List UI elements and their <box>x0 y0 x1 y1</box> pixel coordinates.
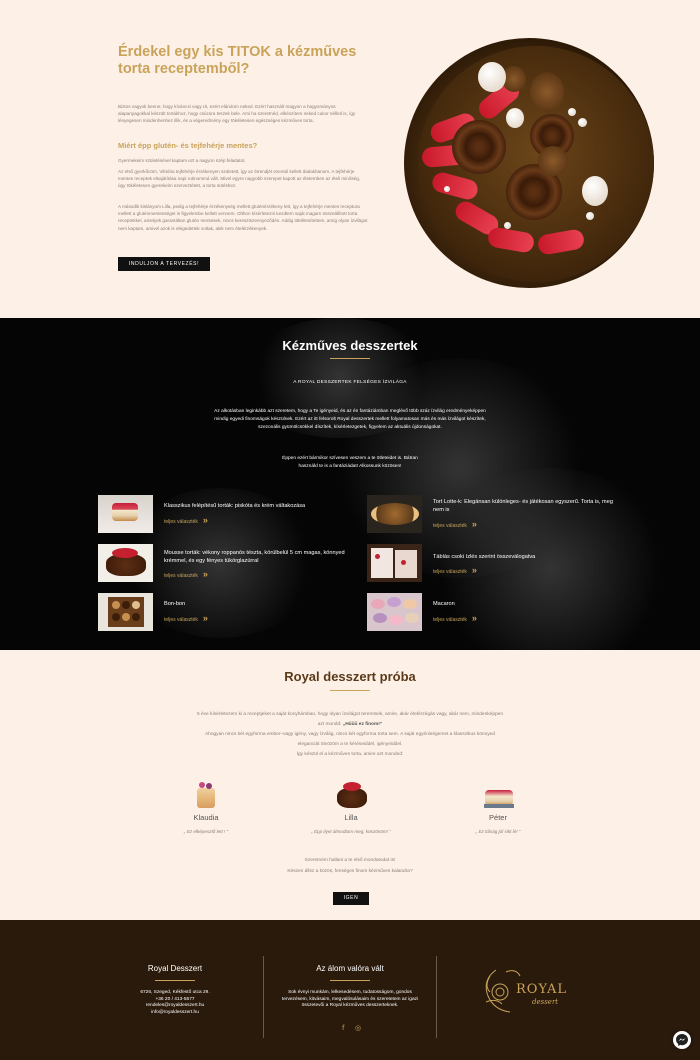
footer-slogan-block: Az álom valóra vált Sok évnyi munkám, le… <box>276 964 424 1010</box>
messenger-icon <box>676 1034 688 1046</box>
testimonial-name: Klaudia <box>193 813 219 822</box>
hero-paragraph-4: A második kislányom Lilla, pedig a tejfe… <box>118 204 368 231</box>
cake-image <box>418 46 654 282</box>
dessert-item-label: Bon-bon <box>164 601 186 607</box>
mousse-cake-thumb <box>98 544 153 582</box>
desserts-title: Kézműves desszertek <box>282 338 418 353</box>
tort-lotte-thumb <box>367 495 422 533</box>
dessert-item-label: Macaron <box>433 601 455 607</box>
tasting-title: Royal desszert próba <box>284 669 416 684</box>
dessert-item-mousse[interactable]: Mousse torták: vékony roppanós tészta, k… <box>98 544 358 584</box>
footer-slogan: Sok évnyi munkám, lelkesedésem, tudatoss… <box>281 990 419 1008</box>
full-selection-link[interactable]: teljes választék» <box>164 569 208 579</box>
hero-title: Érdekel egy kis TITOK a kézműves torta r… <box>118 44 357 77</box>
dessert-item-classic[interactable]: Klasszikus felépítésű torták: piskóta és… <box>98 495 358 535</box>
dessert-item-tort-lotte[interactable]: Tort Lotte-k: Elegánsan különleges- és j… <box>367 495 627 535</box>
tasting-text-3: Így készül el a kézműves torta, amire az… <box>296 752 404 757</box>
testimonial-quote: „ Ez túlság jól sikt lé! ” <box>475 829 521 834</box>
hero-section: Érdekel egy kis TITOK a kézműves torta r… <box>0 0 700 318</box>
start-planning-button[interactable]: INDULJON A TERVEZÉS! <box>118 257 210 271</box>
testimonial-quote: „ Ez elképesztő lett ! ” <box>183 829 229 834</box>
tasting-section: Royal desszert próba 5 éve kísérletezem … <box>0 650 700 920</box>
footer-email-info[interactable]: info@royaldesszert.hu <box>100 1010 250 1017</box>
lilla-cake-icon <box>337 780 367 808</box>
messenger-chat-button[interactable] <box>673 1031 691 1049</box>
full-selection-link[interactable]: teljes választék» <box>433 613 477 623</box>
footer-title: Royal Desszert <box>147 964 203 973</box>
double-chevron-icon: » <box>471 565 477 575</box>
desserts-caps: A ROYAL DESSZERTEK FELSÉGES ÍZVILÁGA <box>293 380 407 385</box>
title-divider <box>330 358 370 359</box>
desserts-text-2: Éppen ezért bármikor szívesen veszem a t… <box>282 456 418 469</box>
dessert-item-label: Klasszikus felépítésű torták: piskóta és… <box>164 503 306 509</box>
desserts-text-1: Az alkotásban leginkább azt szeretem, ho… <box>214 409 486 430</box>
bonbon-thumb <box>98 593 153 631</box>
double-chevron-icon: » <box>471 613 477 623</box>
hero-paragraph-1: Biztos vagyok benne, hogy kíváncsi vagy … <box>118 104 356 124</box>
footer-divider-vertical <box>263 956 264 1038</box>
full-selection-link[interactable]: teljes választék» <box>433 519 477 529</box>
dessert-item-bonbon[interactable]: Bon-bon teljes választék» <box>98 593 358 633</box>
full-selection-link[interactable]: teljes választék» <box>433 565 477 575</box>
footer: Royal Desszert 6726, Szeged, Kékfestő ut… <box>0 920 700 1060</box>
title-divider <box>330 690 370 691</box>
double-chevron-icon: » <box>202 515 208 525</box>
testimonial-quote: „ Épp ilyet álmodtam meg, köszönöm! ” <box>311 829 391 834</box>
yes-button[interactable]: IGEN <box>333 892 369 905</box>
tasting-closing-2: Készen állsz a közös, fenséges finom kéz… <box>287 869 413 874</box>
instagram-icon[interactable]: ◎ <box>355 1024 361 1032</box>
logo-wordmark: ROYAL <box>516 982 568 997</box>
double-chevron-icon: » <box>202 613 208 623</box>
peter-cake-icon <box>484 780 514 808</box>
royal-dessert-logo: ROYAL dessert <box>476 962 586 1022</box>
testimonial-name: Lilla <box>344 813 358 822</box>
facebook-icon[interactable]: f <box>342 1024 344 1032</box>
double-chevron-icon: » <box>471 519 477 529</box>
dessert-item-label: Mousse torták: vékony roppanós tészta, k… <box>164 550 345 564</box>
footer-divider <box>155 980 195 981</box>
tasting-closing-1: Szeretném hallani a te első mondatodat i… <box>304 858 396 863</box>
footer-divider-vertical <box>436 956 437 1038</box>
full-selection-link[interactable]: teljes választék» <box>164 515 208 525</box>
hero-subtitle: Miért épp glutén- és tejfehérje mentes? <box>118 141 258 150</box>
chocolate-bar-thumb <box>367 544 422 582</box>
dessert-item-label: Tort Lotte-k: Elegánsan különleges- és j… <box>433 499 613 513</box>
hero-paragraph-2: Gyermekeim születésével kaptam ezt a nag… <box>118 158 246 163</box>
double-chevron-icon: » <box>202 569 208 579</box>
footer-title: Az álom valóra vált <box>316 964 384 973</box>
logo-subtitle: dessert <box>532 998 559 1006</box>
tasting-text-1: 5 éve kísérletezem ki a receptjeket a sa… <box>196 712 503 727</box>
full-selection-link[interactable]: teljes választék» <box>164 613 208 623</box>
dessert-item-label: Táblás csoki ízlés szerint összeválogatv… <box>433 554 536 560</box>
klaudia-cake-icon <box>192 780 220 808</box>
macaron-thumb <box>367 593 422 631</box>
classic-cake-thumb <box>98 495 153 533</box>
desserts-section: Kézműves desszertek A ROYAL DESSZERTEK F… <box>0 318 700 650</box>
dessert-item-chocolate-bar[interactable]: Táblás csoki ízlés szerint összeválogatv… <box>367 544 627 584</box>
footer-divider <box>330 980 370 981</box>
footer-contact: Royal Desszert 6726, Szeged, Kékfestő ut… <box>100 964 250 1016</box>
hero-paragraph-3: Az első gyerkőcöm, Viktória tejfehérje é… <box>118 169 361 189</box>
testimonial-name: Péter <box>489 813 507 822</box>
dessert-item-macaron[interactable]: Macaron teljes választék» <box>367 593 627 633</box>
tasting-text-2: Ahogyan nincs két egyforma ember–vagy ig… <box>204 732 495 747</box>
